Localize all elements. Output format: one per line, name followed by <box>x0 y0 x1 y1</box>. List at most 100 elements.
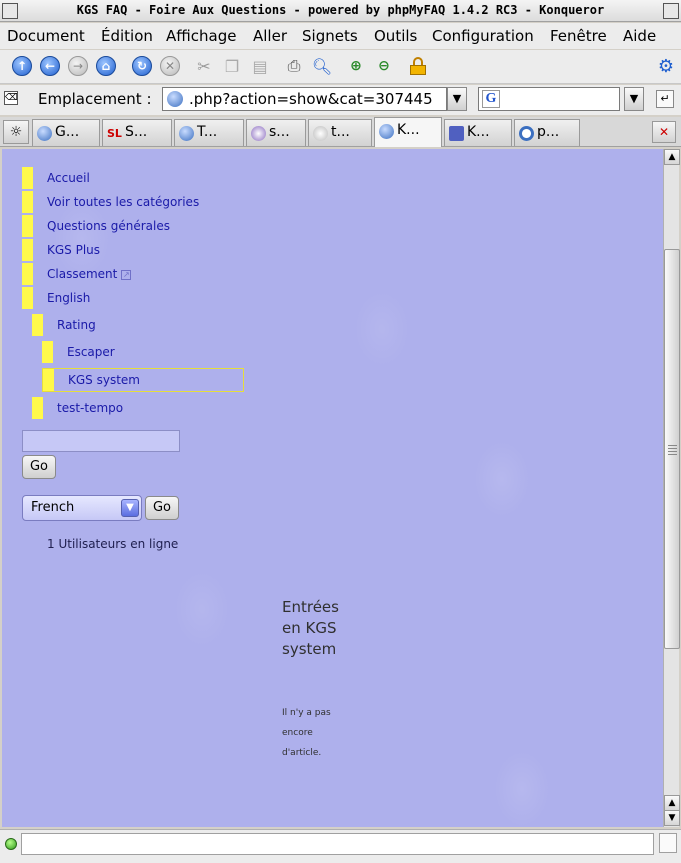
category-heading: Entrées en KGS system <box>282 598 339 658</box>
tab-label: K... <box>467 124 490 140</box>
scroll-up-button[interactable]: ▲ <box>664 149 680 165</box>
tab-6-active[interactable]: K... <box>374 117 442 147</box>
new-tab-icon: ☼ <box>9 124 23 140</box>
select-arrow-icon: ▼ <box>121 499 139 517</box>
konqueror-gear-button[interactable]: ⚙ <box>654 54 678 78</box>
menu-affichage[interactable]: Affichage <box>166 27 236 45</box>
scrollbar-thumb[interactable] <box>664 249 680 649</box>
search-engine-dropdown[interactable]: ▼ <box>624 87 644 111</box>
forward-button[interactable]: → <box>66 54 90 78</box>
google-search-icon: G <box>482 90 500 108</box>
stop-icon: ✕ <box>160 56 180 76</box>
tab-2[interactable]: SL S... <box>102 119 172 146</box>
language-select[interactable]: French ▼ <box>22 495 142 521</box>
nav-label: KGS system <box>68 373 140 387</box>
nav-questions-generales[interactable]: Questions générales <box>22 215 170 237</box>
grip-icon <box>668 445 677 455</box>
menu-configuration[interactable]: Configuration <box>432 27 534 45</box>
tab-bar: ☼ G... SL S... T... s... t... K... K... p… <box>0 117 681 147</box>
tab-3[interactable]: T... <box>174 119 244 146</box>
nav-label: Questions générales <box>47 219 170 233</box>
tab-8[interactable]: p... <box>514 119 580 146</box>
nav-kgs-system[interactable]: KGS system <box>42 368 244 392</box>
nav-kgs-plus[interactable]: KGS Plus <box>22 239 100 261</box>
nav-marker <box>32 314 43 336</box>
paste-button[interactable]: ▤ <box>248 54 272 78</box>
menu-aide[interactable]: Aide <box>623 27 656 45</box>
menu-signets[interactable]: Signets <box>302 27 358 45</box>
search-go-button[interactable]: Go <box>22 455 56 479</box>
enter-icon: ↵ <box>660 92 670 105</box>
reload-button[interactable]: ↻ <box>130 54 154 78</box>
print-button[interactable]: ⎙ <box>282 54 306 78</box>
nav-escaper[interactable]: Escaper <box>42 341 115 363</box>
gear-icon: ⚙ <box>657 55 675 77</box>
copy-icon: ❐ <box>224 56 240 76</box>
menu-document[interactable]: Document <box>7 27 85 45</box>
home-button[interactable]: ⌂ <box>94 54 118 78</box>
new-tab-button[interactable]: ☼ <box>3 120 29 144</box>
nav-accueil[interactable]: Accueil <box>22 167 90 189</box>
clear-location-icon[interactable]: ⌫ <box>4 91 18 105</box>
up-button[interactable]: ↑ <box>10 54 34 78</box>
find-button[interactable]: 🔍︎ <box>310 54 334 78</box>
tab-favicon-icon <box>449 126 464 141</box>
nav-marker <box>22 167 33 189</box>
location-history-dropdown[interactable]: ▼ <box>447 87 467 111</box>
copy-button[interactable]: ❐ <box>220 54 244 78</box>
location-input[interactable]: .php?action=show&cat=307445 <box>162 87 447 111</box>
close-tab-icon: ✕ <box>658 125 670 139</box>
tab-favicon-icon <box>37 126 52 141</box>
window-close-button[interactable] <box>663 3 679 19</box>
zoom-in-button[interactable]: ⊕ <box>344 54 368 78</box>
paste-icon: ▤ <box>252 56 268 76</box>
nav-marker <box>22 239 33 261</box>
close-tab-button[interactable]: ✕ <box>652 121 676 143</box>
faq-search-input[interactable] <box>22 430 180 452</box>
down-arrow-icon: ▼ <box>668 813 676 823</box>
dropdown-arrow-icon: ▼ <box>629 92 639 105</box>
nav-marker <box>42 341 53 363</box>
tab-favicon-icon <box>313 126 328 141</box>
zoom-out-icon: ⊖ <box>378 58 390 74</box>
menu-aller[interactable]: Aller <box>253 27 287 45</box>
tab-5[interactable]: t... <box>308 119 372 146</box>
cut-button[interactable]: ✂ <box>192 54 216 78</box>
security-button[interactable] <box>406 54 430 78</box>
nav-rating[interactable]: Rating <box>32 314 96 336</box>
tab-1[interactable]: G... <box>32 119 100 146</box>
nav-label: test-tempo <box>57 401 124 415</box>
nav-all-categories[interactable]: Voir toutes les catégories <box>22 191 199 213</box>
menu-fenetre[interactable]: Fenêtre <box>550 27 607 45</box>
menu-outils[interactable]: Outils <box>374 27 417 45</box>
web-search-input[interactable]: G <box>478 87 620 111</box>
nav-english[interactable]: English <box>22 287 90 309</box>
nav-test-tempo[interactable]: test-tempo <box>32 397 123 419</box>
window-menu-button[interactable] <box>2 3 18 19</box>
window-titlebar: KGS FAQ - Foire Aux Questions - powered … <box>0 0 681 22</box>
tab-label: p... <box>537 124 560 140</box>
scroll-down-button[interactable]: ▼ <box>664 810 680 826</box>
tab-7[interactable]: K... <box>444 119 512 146</box>
vertical-scrollbar[interactable]: ▲ ▲ ▼ <box>663 149 680 827</box>
tab-label: G... <box>55 124 80 140</box>
menu-edition[interactable]: Édition <box>101 27 153 45</box>
reload-icon: ↻ <box>132 56 152 76</box>
tab-4[interactable]: s... <box>246 119 306 146</box>
zoom-out-button[interactable]: ⊖ <box>372 54 396 78</box>
up-arrow-icon: ▲ <box>668 152 676 162</box>
tab-favicon-icon: SL <box>107 127 122 140</box>
status-indicator-icon <box>5 838 17 850</box>
back-button[interactable]: ← <box>38 54 62 78</box>
tab-favicon-icon <box>519 126 534 141</box>
status-text-field <box>21 833 654 855</box>
tab-favicon-icon <box>179 126 194 141</box>
tab-label: S... <box>125 124 148 140</box>
stop-button[interactable]: ✕ <box>158 54 182 78</box>
resize-grip[interactable] <box>659 833 677 853</box>
nav-label: Voir toutes les catégories <box>47 195 200 209</box>
nav-classement[interactable]: Classement ↗ <box>22 263 132 285</box>
go-location-button[interactable]: ↵ <box>656 90 674 108</box>
scroll-up-button-bottom[interactable]: ▲ <box>664 795 680 811</box>
language-go-button[interactable]: Go <box>145 496 179 520</box>
